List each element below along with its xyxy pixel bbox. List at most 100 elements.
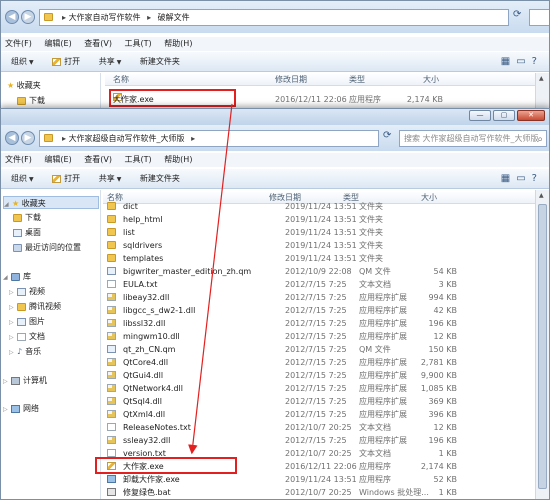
back-arrow-icon[interactable]: ◀ [5,10,19,24]
list-item[interactable]: qt_zh_CN.qm 2012/7/15 7:25 QM 文件 150 KB [107,343,465,356]
list-item[interactable]: dict 2019/11/24 13:51 文件夹 [107,200,465,213]
menu-edit[interactable]: 编辑(E) [44,155,71,164]
nav-item-documents[interactable]: ▷ 文档 [9,330,45,343]
file-size: 2,781 KB [420,358,457,367]
list-item[interactable]: QtNetwork4.dll 2012/7/15 7:25 应用程序扩展 1,085 … [107,382,465,395]
list-item[interactable]: QtSql4.dll 2012/7/15 7:25 应用程序扩展 369 KB [107,395,465,408]
back-search-box[interactable] [529,9,549,26]
menu-help[interactable]: 帮助(H) [164,155,192,164]
forward-arrow-icon[interactable]: ▶ [21,131,35,145]
list-item[interactable]: bigwriter_master_edition_zh.qm 2012/10/9 … [107,265,465,278]
breadcrumb-segment[interactable]: 大作家自动写作软件 [69,13,141,22]
menu-edit[interactable]: 编辑(E) [44,39,71,48]
column-type[interactable]: 类型 [349,74,365,86]
list-item[interactable]: QtXml4.dll 2012/7/15 7:25 应用程序扩展 396 KB [107,408,465,421]
highlight-box-source [109,89,236,107]
open-button[interactable]: 打开 [52,169,80,188]
scroll-up-icon[interactable]: ▲ [539,192,544,199]
view-options-icon[interactable]: ▦▭? [501,169,543,188]
chevron-down-icon: ▼ [29,176,34,183]
list-item[interactable]: libeay32.dll 2012/7/15 7:25 应用程序扩展 994 KB [107,291,465,304]
highlight-box-target [95,457,237,474]
menu-view[interactable]: 查看(V) [84,155,112,164]
share-button[interactable]: 共享 ▼ [99,52,122,72]
new-folder-button[interactable]: 新建文件夹 [140,169,180,188]
nav-item-recent[interactable]: 最近访问的位置 [13,241,81,254]
column-date[interactable]: 修改日期 [275,74,307,86]
star-icon: ★ [12,199,20,208]
menu-view[interactable]: 查看(V) [84,39,112,48]
nav-item-tencent-video[interactable]: ▷ 腾讯视频 [9,300,61,313]
scroll-thumb[interactable] [538,204,547,489]
maximize-button[interactable]: ▢ [493,110,515,121]
new-folder-button[interactable]: 新建文件夹 [140,52,180,71]
nav-item-music[interactable]: ▷ ♪ 音乐 [9,345,41,358]
nav-label: 计算机 [23,376,47,385]
organize-button[interactable]: 组织 ▼ [11,52,34,72]
list-item[interactable]: ReleaseNotes.txt 2012/10/7 20:25 文本文档 12 KB [107,421,465,434]
breadcrumb-segment[interactable]: 破解文件 [158,13,190,22]
column-size[interactable]: 大小 [423,74,439,86]
list-item[interactable]: sqldrivers 2019/11/24 13:51 文件夹 [107,239,465,252]
column-name[interactable]: 名称 [113,74,129,86]
file-name: QtXml4.dll [123,410,166,419]
list-item[interactable]: help_html 2019/11/24 13:51 文件夹 [107,213,465,226]
file-date: 2012/7/15 7:25 [285,332,347,341]
refresh-icon[interactable]: ⟳ [513,9,521,20]
list-item[interactable]: EULA.txt 2012/7/15 7:25 文本文档 3 KB [107,278,465,291]
list-item[interactable]: QtCore4.dll 2012/7/15 7:25 应用程序扩展 2,781 KB [107,356,465,369]
front-search-box[interactable]: 搜索 大作家超级自动写作软件_大师版 ⌕ [399,130,547,147]
nav-item-network[interactable]: ▷ 网络 [3,402,39,415]
menu-help[interactable]: 帮助(H) [164,39,192,48]
nav-item-videos[interactable]: ▷ 视频 [9,285,45,298]
menu-file[interactable]: 文件(F) [5,155,32,164]
chevron-right-icon: ▷ [3,378,8,385]
folder-icon [44,13,53,21]
file-name: 卸载大作家.exe [123,475,180,484]
file-size: 150 KB [428,345,457,354]
minimize-button[interactable]: — [469,110,491,121]
front-menu-bar: 文件(F) 编辑(E) 查看(V) 工具(T) 帮助(H) [1,153,549,167]
list-item[interactable]: QtGui4.dll 2012/7/15 7:25 应用程序扩展 9,900 KB [107,369,465,382]
front-address-bar[interactable]: ▸ 大作家超级自动写作软件_大师版 ▸ [39,130,379,147]
front-explorer-window: — ▢ ✕ ◀ ▶ ▸ 大作家超级自动写作软件_大师版 ▸ ⟳ 搜索 大作家超级… [0,108,550,500]
open-button[interactable]: 打开 [52,52,80,71]
list-item[interactable]: ssleay32.dll 2012/7/15 7:25 应用程序扩展 196 KB [107,434,465,447]
refresh-icon[interactable]: ⟳ [383,130,391,141]
text-file-icon [107,449,116,457]
list-item[interactable]: libgcc_s_dw2-1.dll 2012/7/15 7:25 应用程序扩展 42… [107,304,465,317]
nav-label: 文档 [29,332,45,341]
menu-tools[interactable]: 工具(T) [125,155,152,164]
list-item[interactable]: list 2019/11/24 13:51 文件夹 [107,226,465,239]
nav-item-favorites[interactable]: ◢ ★ 收藏夹 [3,196,99,209]
scroll-up-icon[interactable]: ▲ [539,75,544,82]
qm-file-icon [107,267,116,275]
share-button[interactable]: 共享 ▼ [99,169,122,189]
list-item[interactable]: libssl32.dll 2012/7/15 7:25 应用程序扩展 196 KB [107,317,465,330]
list-item[interactable]: mingwm10.dll 2012/7/15 7:25 应用程序扩展 12 KB [107,330,465,343]
nav-item-pictures[interactable]: ▷ 图片 [9,315,45,328]
list-item[interactable]: 卸载大作家.exe 2019/11/24 13:51 应用程序 52 KB [107,473,465,486]
close-button[interactable]: ✕ [517,110,545,121]
nav-item-desktop[interactable]: 桌面 [13,226,41,239]
view-options-icon[interactable]: ▦▭? [501,52,543,71]
nav-label: 最近访问的位置 [25,243,81,252]
nav-item-computer[interactable]: ▷ 计算机 [3,374,47,387]
nav-item-downloads[interactable]: 下载 [13,211,41,224]
menu-file[interactable]: 文件(F) [5,39,32,48]
forward-arrow-icon[interactable]: ▶ [21,10,35,24]
nav-item-downloads[interactable]: 下载 [17,94,45,107]
breadcrumb-segment[interactable]: 大作家超级自动写作软件_大师版 [69,134,185,143]
front-scrollbar[interactable]: ▲ [535,190,549,499]
nav-item-libraries[interactable]: ◢ 库 [3,270,31,283]
menu-tools[interactable]: 工具(T) [125,39,152,48]
list-item[interactable]: 修复绿色.bat 2012/10/7 20:25 Windows 批处理... 1 K… [107,486,465,499]
organize-button[interactable]: 组织 ▼ [11,169,34,189]
list-item[interactable]: templates 2019/11/24 13:51 文件夹 [107,252,465,265]
uninstall-icon [107,475,116,483]
back-arrow-icon[interactable]: ◀ [5,131,19,145]
back-address-bar[interactable]: ▸ 大作家自动写作软件 ▸ 破解文件 [39,9,509,26]
file-type: 文本文档 [359,280,391,289]
nav-item-favorites[interactable]: ★ 收藏夹 [7,79,41,92]
chevron-right-icon: ▷ [9,319,14,326]
